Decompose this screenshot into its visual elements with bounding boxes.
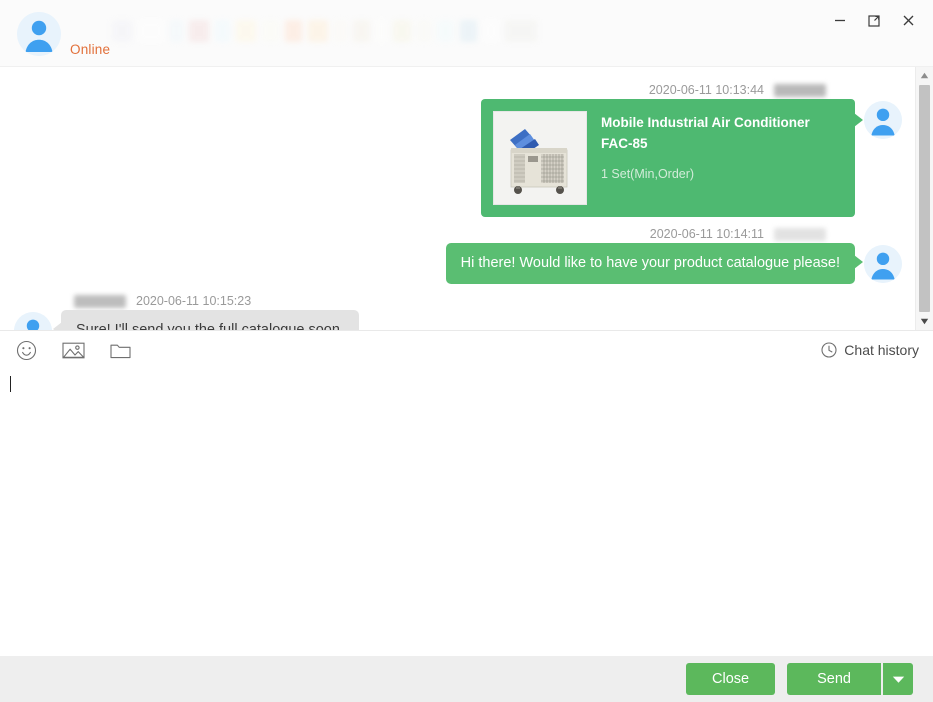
minimize-icon bbox=[835, 19, 845, 22]
close-icon bbox=[903, 15, 913, 25]
scrollbar-track[interactable] bbox=[916, 84, 933, 313]
action-footer: Close Send bbox=[0, 656, 933, 702]
message-list: 2020-06-11 10:13:44 Mobile Industrial Ai… bbox=[0, 67, 916, 331]
maximize-button[interactable] bbox=[859, 6, 889, 34]
product-image bbox=[493, 111, 587, 205]
chat-history-label: Chat history bbox=[844, 342, 919, 359]
image-button[interactable] bbox=[61, 338, 85, 362]
scroll-up-arrow-icon bbox=[920, 72, 929, 79]
message-meta: 2020-06-11 10:14:11 bbox=[0, 225, 902, 243]
product-title: Mobile Industrial Air Conditioner FAC-85 bbox=[601, 115, 810, 151]
chevron-down-icon bbox=[892, 676, 904, 683]
image-icon bbox=[61, 342, 85, 359]
message-input[interactable] bbox=[10, 373, 919, 656]
chat-header: Online bbox=[0, 0, 933, 67]
user-avatar-icon bbox=[864, 101, 902, 139]
send-button-group: Send bbox=[787, 663, 913, 695]
compose-toolbar: Chat history bbox=[0, 331, 933, 370]
message-item: 2020-06-11 10:15:23 Sure! I'll send you … bbox=[0, 286, 916, 331]
industrial-air-conditioner-photo bbox=[494, 112, 586, 204]
chat-window: Online 2020-06-11 10:13:44 Mobile Indust… bbox=[0, 0, 933, 702]
chat-area: 2020-06-11 10:13:44 Mobile Industrial Ai… bbox=[0, 67, 933, 332]
minimize-button[interactable] bbox=[825, 6, 855, 34]
user-avatar-icon bbox=[864, 245, 902, 283]
message-timestamp: 2020-06-11 10:14:11 bbox=[649, 227, 764, 241]
compose-area[interactable] bbox=[0, 369, 933, 656]
message-timestamp: 2020-06-11 10:15:23 bbox=[136, 294, 252, 309]
scrollbar-down-button[interactable] bbox=[916, 313, 933, 331]
emoji-smiley-icon bbox=[16, 340, 36, 360]
user-avatar-icon bbox=[17, 12, 61, 56]
clock-icon bbox=[821, 342, 837, 358]
online-status: Online bbox=[70, 42, 111, 57]
send-options-button[interactable] bbox=[883, 663, 913, 695]
chat-history-button[interactable]: Chat history bbox=[821, 342, 919, 358]
folder-icon bbox=[109, 344, 131, 358]
sender-name-redacted bbox=[774, 227, 826, 241]
avatar bbox=[864, 245, 902, 283]
file-folder-button[interactable] bbox=[108, 338, 132, 362]
avatar bbox=[17, 12, 61, 56]
message-bubble[interactable]: Hi there! Would like to have your produc… bbox=[445, 243, 864, 285]
text-caret bbox=[10, 375, 11, 392]
scrollbar-up-button[interactable] bbox=[916, 67, 933, 84]
avatar bbox=[14, 312, 52, 331]
message-timestamp: 2020-06-11 10:13:44 bbox=[648, 83, 764, 97]
message-meta: 2020-06-11 10:15:23 bbox=[14, 292, 916, 310]
compose-tools bbox=[14, 338, 132, 362]
send-button[interactable]: Send bbox=[787, 663, 881, 695]
user-avatar-icon bbox=[14, 312, 52, 331]
chat-scrollbar[interactable] bbox=[915, 67, 933, 331]
scrollbar-thumb[interactable] bbox=[919, 85, 930, 313]
close-button-footer[interactable]: Close bbox=[686, 663, 776, 695]
message-item: 2020-06-11 10:14:11 Hi there! Would like… bbox=[0, 219, 916, 286]
avatar bbox=[864, 101, 902, 139]
message-bubble[interactable]: Sure! I'll send you the full catalogue s… bbox=[53, 310, 359, 331]
product-card-bubble[interactable]: Mobile Industrial Air Conditioner FAC-85… bbox=[481, 99, 863, 217]
maximize-icon bbox=[867, 14, 880, 27]
message-meta: 2020-06-11 10:13:44 bbox=[0, 81, 902, 99]
emoji-button[interactable] bbox=[14, 338, 38, 362]
close-button[interactable] bbox=[893, 6, 923, 34]
sender-name-redacted bbox=[74, 294, 126, 308]
sender-name-redacted bbox=[774, 83, 826, 97]
window-controls bbox=[825, 6, 923, 34]
contact-name-redacted bbox=[112, 20, 537, 42]
scroll-down-arrow-icon bbox=[920, 319, 929, 325]
product-min-order: 1 Set(Min,Order) bbox=[601, 166, 695, 181]
message-item: 2020-06-11 10:13:44 Mobile Industrial Ai… bbox=[0, 75, 916, 219]
